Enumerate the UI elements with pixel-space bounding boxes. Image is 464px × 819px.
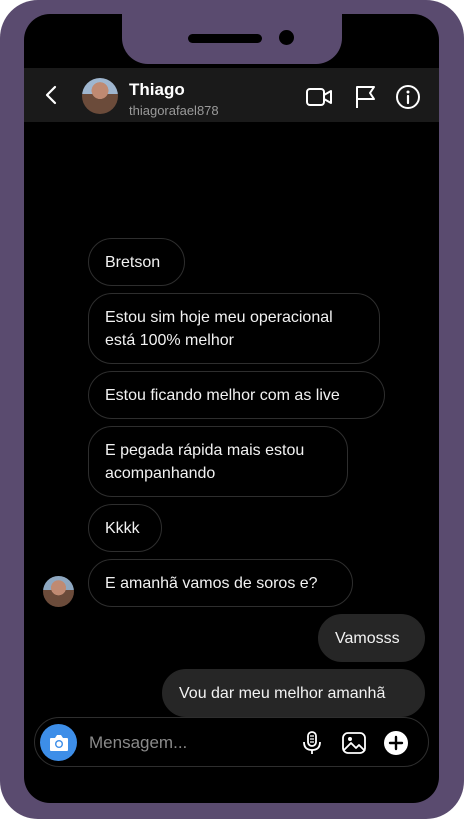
contact-name[interactable]: Thiago — [129, 80, 185, 100]
sender-avatar[interactable] — [43, 576, 74, 607]
message-bubble[interactable]: E pegada rápida mais estou acompanhando — [88, 426, 348, 497]
microphone-icon[interactable] — [299, 730, 325, 756]
speaker — [188, 34, 262, 43]
gallery-icon[interactable] — [341, 730, 367, 756]
phone-frame: Thiago thiagorafael878 Bretson Estou sim… — [0, 0, 464, 819]
notch — [122, 14, 342, 64]
message-bubble[interactable]: Estou sim hoje meu operacional está 100%… — [88, 293, 380, 364]
message-bubble[interactable]: E amanhã vamos de soros e? — [88, 559, 353, 607]
info-icon[interactable] — [394, 84, 422, 110]
message-bubble[interactable]: Estou ficando melhor com as live — [88, 371, 385, 419]
back-chevron-icon[interactable] — [40, 83, 64, 107]
video-call-icon[interactable] — [305, 84, 333, 110]
contact-username: thiagorafael878 — [129, 103, 219, 118]
message-bubble-outgoing[interactable]: Vou dar meu melhor amanhã — [162, 669, 425, 717]
front-camera — [279, 30, 294, 45]
camera-button[interactable] — [40, 724, 77, 761]
plus-icon[interactable] — [383, 730, 409, 756]
message-bubble-outgoing[interactable]: Vamosss — [318, 614, 425, 662]
message-bubble[interactable]: Kkkk — [88, 504, 162, 552]
message-composer — [34, 717, 429, 767]
message-input[interactable] — [87, 727, 291, 759]
message-bubble[interactable]: Bretson — [88, 238, 185, 286]
chat-screen: Thiago thiagorafael878 Bretson Estou sim… — [24, 14, 439, 803]
flag-icon[interactable] — [352, 84, 380, 110]
camera-icon — [49, 734, 68, 751]
chat-header: Thiago thiagorafael878 — [24, 68, 439, 122]
profile-avatar[interactable] — [82, 78, 118, 114]
